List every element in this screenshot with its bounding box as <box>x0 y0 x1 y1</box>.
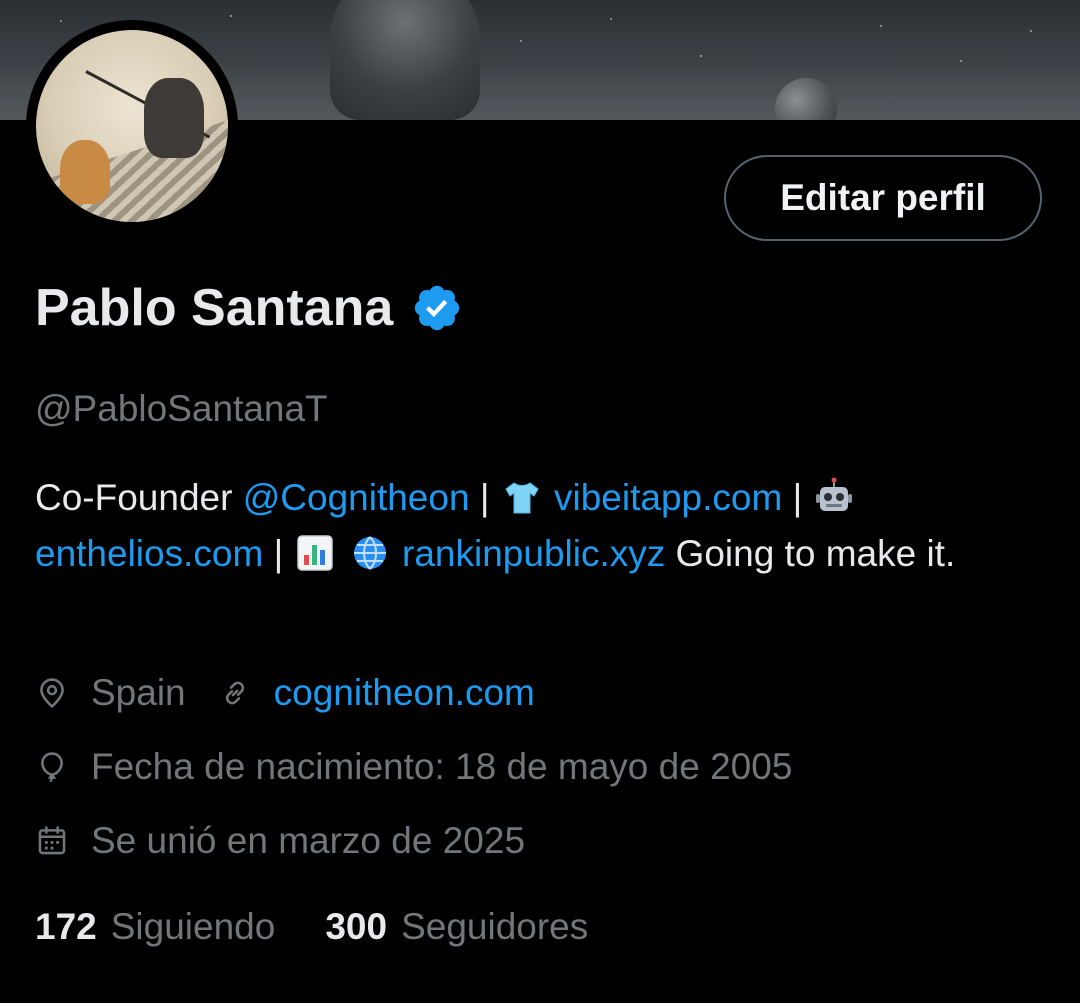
following-count: 172 <box>35 906 97 947</box>
followers-label: Seguidores <box>401 906 589 947</box>
bio-separator: | <box>782 477 813 518</box>
location-pin-icon <box>40 678 64 709</box>
meta-row-joined: Se unió en marzo de 2025 <box>35 820 525 862</box>
following-label: Siguiendo <box>110 906 276 947</box>
bio-link-rankinpublic[interactable]: rankinpublic.xyz <box>402 533 665 574</box>
bio-separator: | <box>263 533 294 574</box>
bio-text-tagline: Going to make it. <box>665 533 956 574</box>
tshirt-emoji-icon <box>505 482 539 514</box>
calendar-icon <box>38 826 66 855</box>
followers-count: 300 <box>325 906 388 947</box>
astronaut-illustration <box>330 0 480 120</box>
bio-mention-link[interactable]: @Cognitheon <box>243 477 470 518</box>
robot-emoji-icon <box>816 477 853 511</box>
globe-emoji-icon <box>353 536 386 570</box>
following-stat[interactable]: 172 Siguiendo <box>35 906 275 948</box>
verified-badge-icon[interactable] <box>411 282 463 334</box>
bio-link-vibeitapp[interactable]: vibeitapp.com <box>554 477 782 518</box>
edit-profile-button[interactable]: Editar perfil <box>724 155 1042 241</box>
bio-separator: | <box>469 477 500 518</box>
followers-stat[interactable]: 300 Seguidores <box>325 906 588 948</box>
link-icon <box>225 681 244 705</box>
joined-text: Se unió en marzo de 2025 <box>91 820 526 861</box>
bio-text: Co-Founder <box>35 477 243 518</box>
follow-stats: 172 Siguiendo 300 Seguidores <box>35 906 588 948</box>
profile-handle: @PabloSantanaT <box>35 388 328 429</box>
bar-chart-emoji-icon <box>297 535 334 571</box>
website-link[interactable]: cognitheon.com <box>274 672 535 714</box>
bio-link-enthelios[interactable]: enthelios.com <box>35 533 263 574</box>
location-text: Spain <box>91 672 186 713</box>
name-row: Pablo Santana <box>35 282 463 334</box>
balloon-icon <box>41 752 63 783</box>
meta-row-birthday: Fecha de nacimiento: 18 de mayo de 2005 <box>35 746 792 788</box>
meta-row-location: Spain cognitheon.com <box>35 672 535 714</box>
profile-bio: Co-Founder @Cognitheon | vibeitapp.com |… <box>35 470 1025 582</box>
display-name: Pablo Santana <box>35 279 394 337</box>
avatar[interactable] <box>36 30 228 222</box>
birthday-text: Fecha de nacimiento: 18 de mayo de 2005 <box>91 746 793 787</box>
